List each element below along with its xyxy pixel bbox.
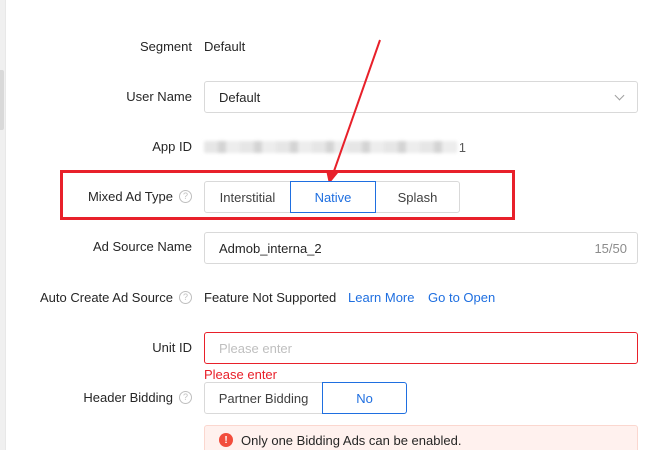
alert-message: Only one Bidding Ads can be enabled. <box>241 432 462 448</box>
option-native[interactable]: Native <box>290 181 376 213</box>
char-counter: 15/50 <box>594 240 627 256</box>
exclamation-circle-icon: ! <box>219 433 233 447</box>
app-id-label: App ID <box>152 139 192 154</box>
go-to-open-link[interactable]: Go to Open <box>428 290 495 305</box>
unit-id-error: Please enter <box>204 367 277 382</box>
segment-value: Default <box>204 39 246 54</box>
app-id-visible-tail: 1 <box>458 139 466 155</box>
unit-id-label: Unit ID <box>152 340 192 355</box>
app-id-value-masked: 1 <box>204 138 466 156</box>
unit-id-input[interactable]: Please enter <box>204 332 638 364</box>
user-name-selected-value: Default <box>219 89 261 105</box>
window-edge <box>0 70 4 130</box>
ad-source-name-label: Ad Source Name <box>93 239 192 254</box>
user-name-select[interactable]: Default <box>204 81 638 113</box>
ad-source-name-value: Admob_interna_2 <box>219 240 322 256</box>
redaction-blur <box>204 141 457 153</box>
chevron-down-icon <box>614 90 625 100</box>
option-partner-bidding[interactable]: Partner Bidding <box>204 382 323 414</box>
auto-create-status: Feature Not Supported <box>204 290 337 305</box>
auto-create-label: Auto Create Ad Source ? <box>40 290 192 305</box>
question-circle-icon[interactable]: ? <box>179 291 192 304</box>
unit-id-placeholder: Please enter <box>219 340 292 356</box>
question-circle-icon[interactable]: ? <box>179 391 192 404</box>
ad-source-name-input[interactable]: Admob_interna_2 15/50 <box>204 232 638 264</box>
segment-label: Segment <box>139 39 192 54</box>
user-name-label: User Name <box>126 89 192 104</box>
header-bidding-segmented: Partner Bidding No <box>204 382 407 414</box>
option-no[interactable]: No <box>322 382 407 414</box>
bidding-alert: ! Only one Bidding Ads can be enabled. <box>204 425 638 450</box>
annotation-highlight-box <box>60 170 515 220</box>
learn-more-link[interactable]: Learn More <box>348 290 414 305</box>
header-bidding-label: Header Bidding ? <box>83 390 192 405</box>
